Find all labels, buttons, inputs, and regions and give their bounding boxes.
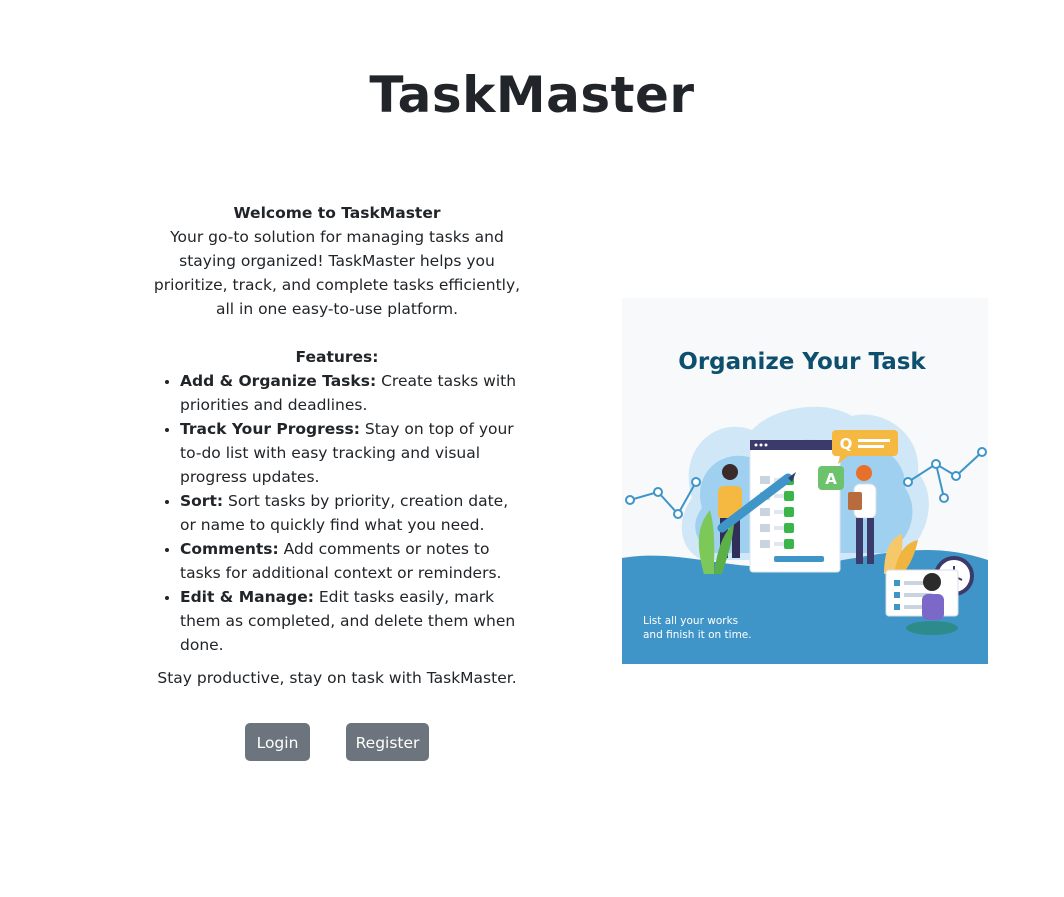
feature-text: Sort tasks by priority, creation date, o… <box>180 492 509 534</box>
features-list: Add & Organize Tasks: Create tasks with … <box>146 369 528 657</box>
feature-title: Track Your Progress: <box>180 420 360 438</box>
feature-title: Add & Organize Tasks: <box>180 372 377 390</box>
welcome-heading: Welcome to TaskMaster <box>233 204 441 222</box>
organize-task-illustration: Organize Your Task Q A List all your wor… <box>622 298 988 664</box>
q-bubble-letter: Q <box>840 435 853 453</box>
illustration-caption-line2: and finish it on time. <box>643 629 752 641</box>
feature-item: Comments: Add comments or notes to tasks… <box>180 537 528 585</box>
register-button[interactable]: Register <box>346 723 429 761</box>
features-heading: Features: <box>295 348 379 366</box>
illustration-caption-line1: List all your works <box>643 615 738 627</box>
illustration-title: Organize Your Task <box>678 349 926 375</box>
app-title: TaskMaster <box>369 66 695 124</box>
feature-title: Edit & Manage: <box>180 588 314 606</box>
feature-item: Edit & Manage: Edit tasks easily, mark t… <box>180 585 528 657</box>
intro-text: Your go-to solution for managing tasks a… <box>153 228 521 318</box>
intro-section: Welcome to TaskMaster Your go-to solutio… <box>146 201 528 657</box>
a-bubble-letter: A <box>825 470 837 488</box>
feature-item: Sort: Sort tasks by priority, creation d… <box>180 489 528 537</box>
feature-item: Add & Organize Tasks: Create tasks with … <box>180 369 528 417</box>
closing-text: Stay productive, stay on task with TaskM… <box>157 668 517 687</box>
feature-title: Sort: <box>180 492 224 510</box>
page: TaskMaster Welcome to TaskMaster Your go… <box>0 0 1064 897</box>
feature-title: Comments: <box>180 540 279 558</box>
feature-item: Track Your Progress: Stay on top of your… <box>180 417 528 489</box>
login-button[interactable]: Login <box>245 723 310 761</box>
